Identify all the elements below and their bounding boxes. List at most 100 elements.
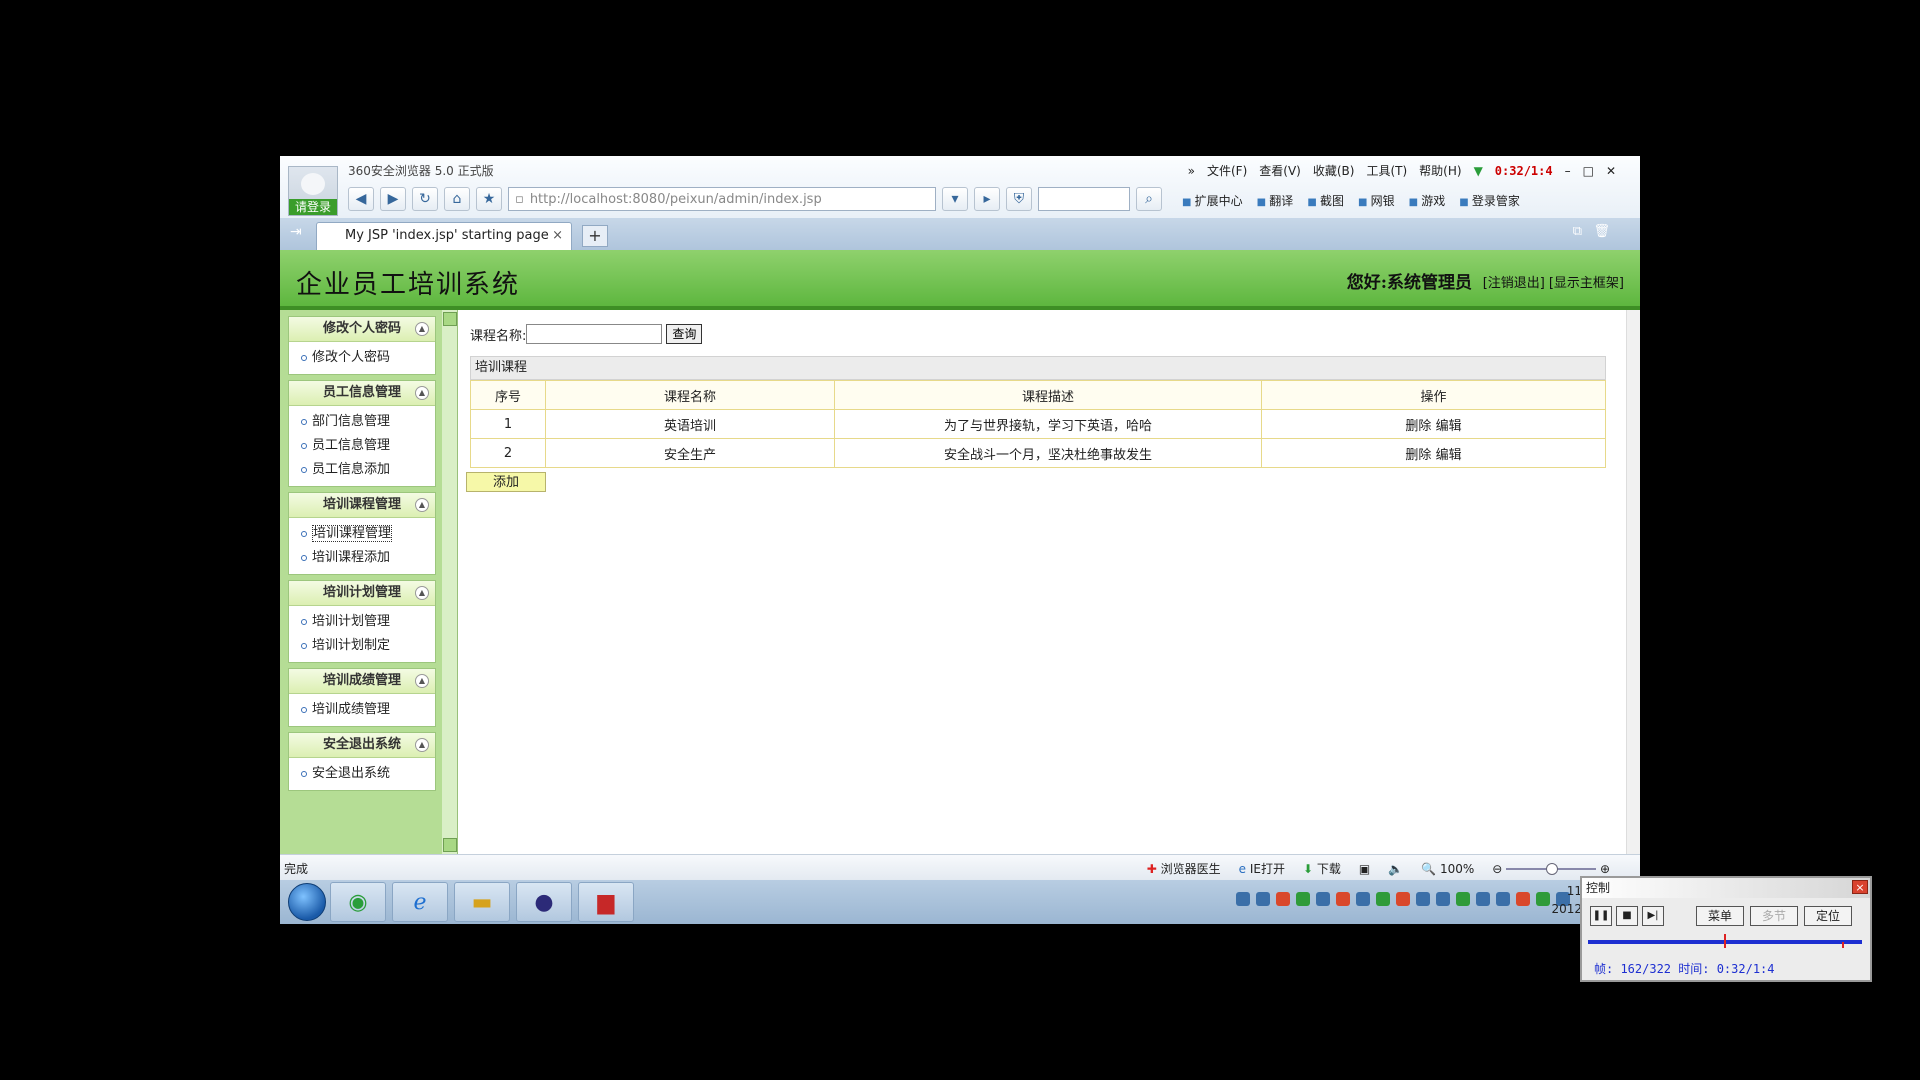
speaker-icon[interactable]: 🔈 xyxy=(1388,862,1403,876)
tray-icon[interactable] xyxy=(1356,892,1370,906)
tray-icon[interactable] xyxy=(1496,892,1510,906)
sidebar-toggle-icon[interactable]: ⇥ xyxy=(290,224,302,240)
collapse-icon[interactable]: ▲ xyxy=(415,674,429,688)
window-icon[interactable]: ▣ xyxy=(1359,862,1370,876)
tray-icon[interactable] xyxy=(1376,892,1390,906)
progress-marker[interactable] xyxy=(1724,934,1726,948)
menu-tools[interactable]: 工具(T) xyxy=(1366,162,1407,179)
minimize-icon[interactable]: – xyxy=(1565,164,1571,178)
menu-group-title[interactable]: 员工信息管理 ▲ xyxy=(289,381,435,406)
delete-link[interactable]: 删除 xyxy=(1405,419,1431,434)
refresh-button[interactable]: ↻ xyxy=(412,187,438,211)
collapse-icon[interactable]: ▲ xyxy=(415,738,429,752)
course-name-input[interactable] xyxy=(526,324,663,344)
tool-translate[interactable]: 翻译 xyxy=(1257,192,1293,209)
zoom-button[interactable]: 🔍 100% xyxy=(1421,862,1474,876)
taskbar-toolbox[interactable]: ▆ xyxy=(578,882,634,922)
menu-group-title[interactable]: 安全退出系统 ▲ xyxy=(289,733,435,758)
splitter-top-handle[interactable] xyxy=(443,312,457,326)
splitter-bottom-handle[interactable] xyxy=(443,838,457,852)
sidebar-item-course-manage[interactable]: 培训课程管理 xyxy=(289,522,435,546)
control-close-icon[interactable]: × xyxy=(1852,880,1868,894)
tray-icon[interactable] xyxy=(1256,892,1270,906)
address-url[interactable]: http://localhost:8080/peixun/admin/index… xyxy=(530,192,822,207)
collapse-icon[interactable]: ▲ xyxy=(415,322,429,336)
tray-icon[interactable] xyxy=(1516,892,1530,906)
pause-button[interactable]: ❚❚ xyxy=(1590,906,1612,926)
menu-group-title[interactable]: 培训计划管理 ▲ xyxy=(289,581,435,606)
shield-button[interactable]: ⛨ xyxy=(1006,187,1032,211)
frame-splitter[interactable] xyxy=(442,310,458,854)
menu-file[interactable]: 文件(F) xyxy=(1207,162,1247,179)
playback-progress[interactable] xyxy=(1588,934,1862,948)
tray-icon[interactable] xyxy=(1396,892,1410,906)
sidebar-item-exit[interactable]: 安全退出系统 xyxy=(289,762,435,786)
home-button[interactable]: ⌂ xyxy=(444,187,470,211)
sidebar-item-employee[interactable]: 员工信息管理 xyxy=(289,434,435,458)
tray-icon[interactable] xyxy=(1336,892,1350,906)
tray-icon[interactable] xyxy=(1236,892,1250,906)
search-button[interactable]: ⌕ xyxy=(1136,187,1162,211)
tab-close-icon[interactable]: × xyxy=(552,223,563,249)
menu-group-title[interactable]: 修改个人密码 ▲ xyxy=(289,317,435,342)
menu-view[interactable]: 查看(V) xyxy=(1259,162,1301,179)
taskbar-clock[interactable]: 11 2012 xyxy=(1551,882,1582,918)
tab-index[interactable]: My JSP 'index.jsp' starting page × xyxy=(316,222,572,250)
start-button[interactable] xyxy=(288,883,326,921)
tool-ebank[interactable]: 网银 xyxy=(1358,192,1395,209)
taskbar-ie[interactable]: ℯ xyxy=(392,882,448,922)
menu-help[interactable]: 帮助(H) xyxy=(1419,162,1461,179)
control-menu-button[interactable]: 菜单 xyxy=(1696,906,1744,926)
menu-chevron-icon[interactable]: » xyxy=(1188,164,1195,178)
delete-link[interactable]: 删除 xyxy=(1405,448,1431,463)
sidebar-item-change-password[interactable]: 修改个人密码 xyxy=(289,346,435,370)
tray-icon[interactable] xyxy=(1536,892,1550,906)
sidebar-item-course-add[interactable]: 培训课程添加 xyxy=(289,546,435,570)
sidebar-item-plan-manage[interactable]: 培训计划管理 xyxy=(289,610,435,634)
go-button[interactable]: ▸ xyxy=(974,187,1000,211)
collapse-icon[interactable]: ▲ xyxy=(415,386,429,400)
address-bar[interactable]: ▫ http://localhost:8080/peixun/admin/ind… xyxy=(508,187,936,211)
tray-icon[interactable] xyxy=(1296,892,1310,906)
add-button[interactable]: 添加 xyxy=(466,472,546,492)
tool-login-manager[interactable]: 登录管家 xyxy=(1459,192,1520,209)
sidebar-item-score-manage[interactable]: 培训成绩管理 xyxy=(289,698,435,722)
menu-group-title[interactable]: 培训成绩管理 ▲ xyxy=(289,669,435,694)
control-multi-button[interactable]: 多节 xyxy=(1750,906,1798,926)
sidebar-item-employee-add[interactable]: 员工信息添加 xyxy=(289,458,435,482)
collapse-icon[interactable]: ▲ xyxy=(415,498,429,512)
next-button[interactable]: ▶| xyxy=(1642,906,1664,926)
sidebar-item-plan-create[interactable]: 培训计划制定 xyxy=(289,634,435,658)
trash-icon[interactable]: 🗑 xyxy=(1593,224,1610,239)
edit-link[interactable]: 编辑 xyxy=(1436,448,1462,463)
sidebar-item-department[interactable]: 部门信息管理 xyxy=(289,410,435,434)
taskbar-eclipse[interactable]: ● xyxy=(516,882,572,922)
tray-icon[interactable] xyxy=(1436,892,1450,906)
forward-button[interactable]: ▶ xyxy=(380,187,406,211)
tool-extension-center[interactable]: 扩展中心 xyxy=(1182,192,1243,209)
back-button[interactable]: ◀ xyxy=(348,187,374,211)
ie-open-button[interactable]: e IE打开 xyxy=(1239,860,1285,877)
content-scrollbar[interactable] xyxy=(1626,310,1640,854)
shirt-icon[interactable]: ▼ xyxy=(1474,164,1483,178)
download-button[interactable]: ⬇ 下载 xyxy=(1303,860,1341,877)
zoom-thumb[interactable] xyxy=(1546,863,1559,875)
new-tab-button[interactable]: + xyxy=(582,225,608,247)
tray-icon[interactable] xyxy=(1476,892,1490,906)
tool-games[interactable]: 游戏 xyxy=(1409,192,1445,209)
collapse-icon[interactable]: ▲ xyxy=(415,586,429,600)
menu-group-title[interactable]: 培训课程管理 ▲ xyxy=(289,493,435,518)
search-input[interactable] xyxy=(1038,187,1130,211)
logout-link[interactable]: [注销退出] xyxy=(1483,272,1545,291)
tray-icon[interactable] xyxy=(1316,892,1330,906)
tray-icon[interactable] xyxy=(1276,892,1290,906)
query-button[interactable]: 查询 xyxy=(666,324,703,344)
favorite-button[interactable]: ★ xyxy=(476,187,502,211)
edit-link[interactable]: 编辑 xyxy=(1436,419,1462,434)
zoom-slider[interactable]: ⊖ ⊕ xyxy=(1492,862,1610,876)
avatar[interactable]: 请登录 xyxy=(288,166,338,216)
maximize-icon[interactable]: □ xyxy=(1583,164,1594,178)
control-locate-button[interactable]: 定位 xyxy=(1804,906,1852,926)
taskbar-360-browser[interactable]: ◉ xyxy=(330,882,386,922)
taskbar-explorer[interactable]: ▬ xyxy=(454,882,510,922)
